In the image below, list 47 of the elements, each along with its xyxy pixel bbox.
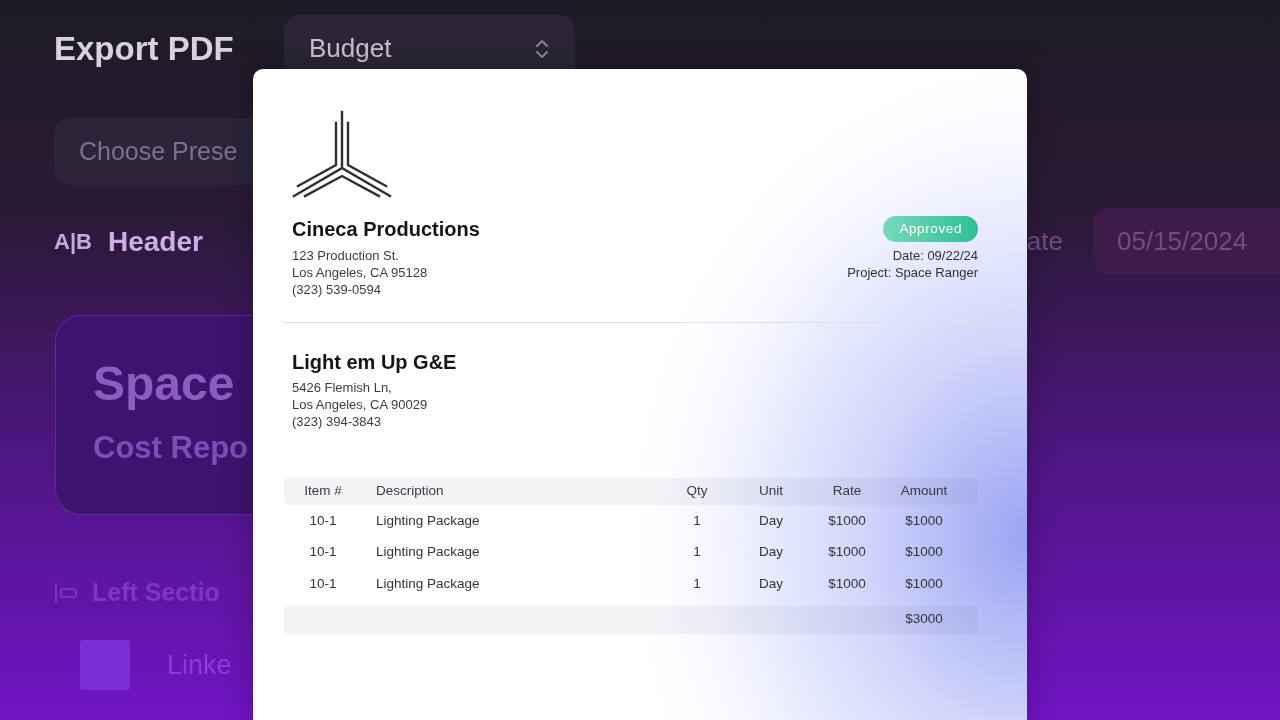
table-cell-text: $1000 <box>828 511 866 530</box>
address-line: 123 Production St. <box>292 247 399 264</box>
column-header: Amount <box>900 482 948 501</box>
align-left-icon <box>54 582 78 604</box>
table-cell-text: 10-1 <box>309 574 337 593</box>
table-cell-text: Day <box>759 511 783 530</box>
table-cell-text: 10-1 <box>309 543 337 562</box>
column-header: Unit <box>759 482 783 501</box>
table-cell-text: Day <box>759 543 783 562</box>
card-subtitle: Cost Repo <box>93 432 248 463</box>
field-label: ate <box>1026 225 1063 258</box>
table-cell-text: $1000 <box>828 574 866 593</box>
address-line: (323) 539-0594 <box>292 281 381 298</box>
status-badge: Approved <box>883 216 978 242</box>
preset-field[interactable]: Choose Prese <box>54 118 254 185</box>
meta-line: Project: Space Ranger <box>847 264 978 281</box>
company-logo-icon <box>292 110 392 198</box>
app-title: Export PDF <box>54 32 235 65</box>
table-cell-text: $1000 <box>905 511 943 530</box>
table-cell-text: $1000 <box>905 543 943 562</box>
address-line: Los Angeles, CA 95128 <box>292 264 428 281</box>
column-header: Rate <box>832 482 862 501</box>
table-cell-text: $1000 <box>828 543 866 562</box>
square-icon <box>80 640 130 690</box>
company-name: Cineca Productions <box>292 217 480 241</box>
table-cell-text: Lighting Package <box>376 543 480 562</box>
address-line: Los Angeles, CA 90029 <box>292 396 428 413</box>
chevron-updown-icon <box>535 38 549 59</box>
column-header: Item # <box>304 482 342 501</box>
table-cell-text: $1000 <box>905 574 943 593</box>
column-header: Qty <box>686 482 708 501</box>
address-line: 5426 Flemish Ln, <box>292 379 392 396</box>
column-header: Description <box>376 482 444 501</box>
meta-line: Date: 09/22/24 <box>892 247 978 264</box>
table-cell-text: 1 <box>693 574 701 593</box>
client-name: Light em Up G&E <box>292 350 457 374</box>
address-line: (323) 394-3843 <box>292 413 381 430</box>
section-title: Header <box>107 224 203 259</box>
card-title: Space <box>93 360 235 408</box>
table-cell-text: Day <box>759 574 783 593</box>
table-cell-text: Lighting Package <box>376 511 480 530</box>
table-cell-text: Lighting Package <box>376 574 480 593</box>
total-amount: $3000 <box>905 610 943 629</box>
table-cell-text: 10-1 <box>309 511 337 530</box>
table-cell-text: 1 <box>693 511 701 530</box>
table-cell-text: 1 <box>693 543 701 562</box>
ab-icon: A|B <box>54 230 92 253</box>
